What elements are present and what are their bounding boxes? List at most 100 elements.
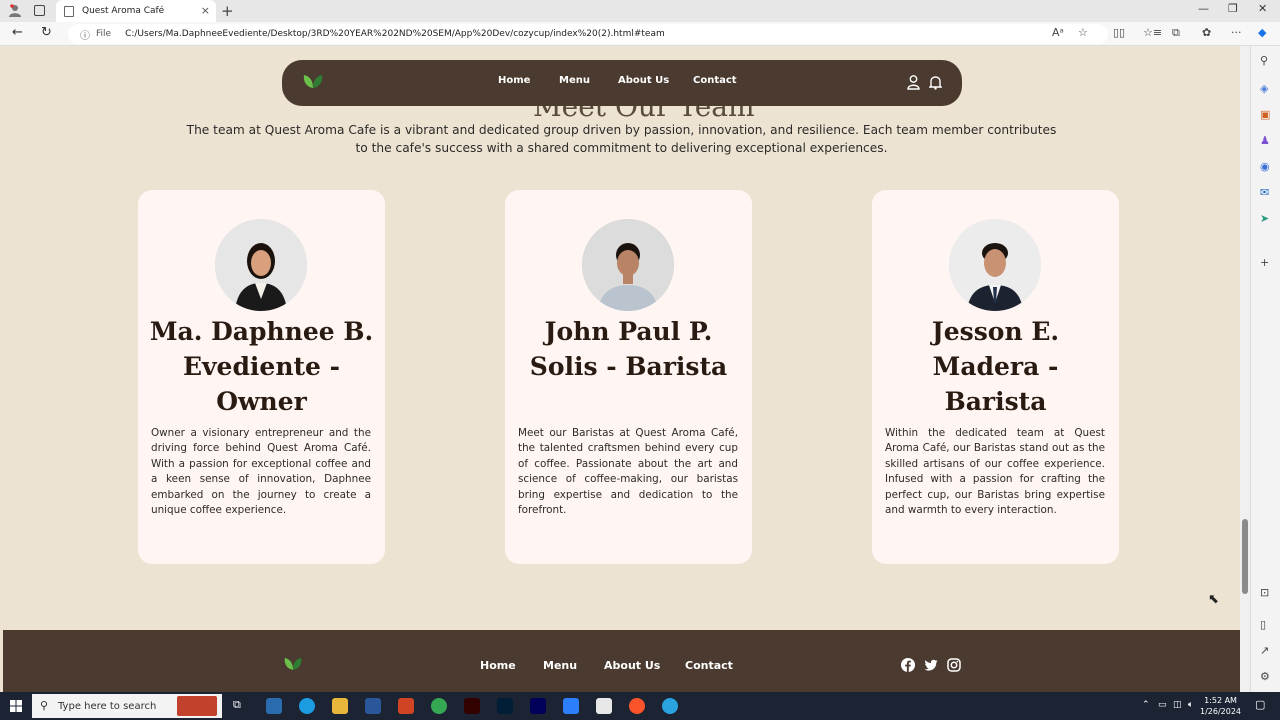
avatar: [215, 219, 307, 311]
collections-icon[interactable]: ⧉: [1172, 26, 1180, 40]
taskbar-clock[interactable]: 1:52 AM 1/26/2024: [1200, 695, 1241, 717]
show-hidden-icons-icon[interactable]: ⌃: [1142, 700, 1150, 710]
avatar: [949, 219, 1041, 311]
edge-app-icon[interactable]: [299, 698, 315, 714]
drop-icon[interactable]: ➤: [1260, 212, 1269, 225]
member-name: Ma. Daphnee B. Evediente - Owner: [149, 317, 374, 416]
member-name: Jesson E. Madera - Barista: [931, 317, 1060, 416]
battery-icon[interactable]: ▭: [1158, 700, 1167, 710]
page-scrollbar[interactable]: [1240, 46, 1250, 692]
favorites-icon[interactable]: ☆≡: [1143, 26, 1162, 39]
browser-tab[interactable]: Quest Aroma Café ×: [56, 0, 216, 22]
footer-contact-link[interactable]: Contact: [685, 659, 733, 672]
footer-menu-link[interactable]: Menu: [543, 659, 577, 672]
new-tab-button[interactable]: +: [221, 2, 234, 20]
team-card: Ma. Daphnee B. Evediente - Owner Owner a…: [138, 190, 385, 564]
powerpoint-app-icon[interactable]: [398, 698, 414, 714]
clock-date: 1/26/2024: [1200, 707, 1242, 716]
read-aloud-icon[interactable]: Aᵃ: [1052, 26, 1064, 39]
notifications-icon[interactable]: ▢: [1255, 698, 1265, 711]
nav-about-link[interactable]: About Us: [618, 75, 669, 86]
member-name: John Paul P. Solis - Barista: [529, 317, 728, 381]
tools-icon[interactable]: ▣: [1260, 108, 1270, 121]
team-intro-text: The team at Quest Aroma Cafe is a vibran…: [186, 123, 1057, 155]
footer-about-link[interactable]: About Us: [604, 659, 660, 672]
task-view-icon[interactable]: ⧉: [233, 698, 249, 714]
browser-tab-bar: Quest Aroma Café × + — ❐ ✕: [0, 0, 1280, 22]
outlook-icon[interactable]: ✉: [1260, 186, 1269, 199]
user-icon[interactable]: [907, 75, 920, 90]
more-menu-icon[interactable]: ···: [1231, 26, 1242, 39]
mail-app-icon[interactable]: [266, 698, 282, 714]
search-icon[interactable]: ⚲: [1260, 54, 1268, 67]
nav-menu-link[interactable]: Menu: [559, 75, 590, 86]
back-icon[interactable]: ←: [12, 25, 23, 40]
games-icon[interactable]: ♟: [1260, 134, 1270, 147]
page-content: Meet Our Team Home Menu About Us Contact…: [3, 46, 1240, 692]
top-navbar: Home Menu About Us Contact: [282, 60, 962, 106]
settings-gear-icon[interactable]: ⚙: [1260, 670, 1270, 683]
word-app-icon[interactable]: [365, 698, 381, 714]
instagram-icon[interactable]: [947, 658, 961, 672]
nav-home-link[interactable]: Home: [498, 75, 530, 86]
photoshop-app-icon[interactable]: [497, 698, 513, 714]
office-icon[interactable]: ◉: [1260, 160, 1270, 173]
telegram-app-icon[interactable]: [662, 698, 678, 714]
screenshot-icon[interactable]: ⊡: [1260, 586, 1269, 599]
close-window-button[interactable]: ✕: [1258, 2, 1267, 15]
split-screen-icon[interactable]: ▯▯: [1113, 26, 1125, 39]
capcut-app-icon[interactable]: [596, 698, 612, 714]
facebook-icon[interactable]: [901, 658, 915, 672]
twitter-icon[interactable]: [924, 658, 938, 672]
member-photo: [215, 219, 307, 311]
network-icon[interactable]: ◫: [1173, 700, 1182, 710]
copilot-icon[interactable]: ◆: [1258, 26, 1266, 39]
team-card: Jesson E. Madera - Barista Within the de…: [872, 190, 1119, 564]
scrollbar-thumb[interactable]: [1242, 519, 1248, 594]
search-placeholder: Type here to search: [58, 700, 157, 712]
close-tab-icon[interactable]: ×: [201, 4, 210, 17]
address-bar-row: ← ↻ ⓘ File C:/Users/Ma.DaphneeEvediente/…: [0, 22, 1280, 46]
search-highlight-icon[interactable]: [177, 696, 217, 716]
team-card: John Paul P. Solis - Barista Meet our Ba…: [505, 190, 752, 564]
info-icon[interactable]: ⓘ: [80, 27, 90, 42]
page-icon: [64, 5, 74, 17]
tab-actions-icon[interactable]: [34, 5, 45, 16]
logo-leaf-icon[interactable]: [302, 73, 324, 89]
member-photo: [949, 219, 1041, 311]
premiere-app-icon[interactable]: [530, 698, 546, 714]
member-description: Owner a visionary entrepreneur and the d…: [151, 427, 371, 517]
shopping-icon[interactable]: ◈: [1260, 82, 1268, 95]
footer-home-link[interactable]: Home: [480, 659, 516, 672]
windows-start-icon[interactable]: [10, 700, 22, 712]
footer-logo-leaf-icon[interactable]: [283, 656, 303, 671]
member-photo: [582, 219, 674, 311]
volume-icon[interactable]: 🔈︎: [1188, 700, 1193, 710]
brave-app-icon[interactable]: [629, 698, 645, 714]
edge-sidebar: ⚲ ◈ ▣ ♟ ◉ ✉ ➤ + ⊡ ▯ ↗ ⚙: [1250, 46, 1280, 692]
tab-title: Quest Aroma Café: [82, 6, 165, 16]
site-footer: Home Menu About Us Contact: [3, 630, 1240, 692]
profile-icon[interactable]: [9, 4, 21, 17]
extensions-icon[interactable]: ✿: [1202, 26, 1211, 39]
open-external-icon[interactable]: ↗: [1260, 644, 1269, 657]
maximize-button[interactable]: ❐: [1228, 2, 1238, 15]
chrome-app-icon[interactable]: [431, 698, 447, 714]
member-description: Meet our Baristas at Quest Aroma Café, t…: [518, 427, 738, 517]
file-explorer-icon[interactable]: [332, 698, 348, 714]
url-text: C:/Users/Ma.DaphneeEvediente/Desktop/3RD…: [125, 29, 665, 39]
sidebar-toggle-icon[interactable]: ▯: [1260, 618, 1266, 631]
app-icon[interactable]: [563, 698, 579, 714]
mouse-cursor-icon: ⬉: [1208, 592, 1219, 607]
windows-taskbar: ⚲ Type here to search ⧉ ⌃ ▭ ◫ 🔈︎ 1:52 AM…: [0, 692, 1280, 720]
favorite-star-icon[interactable]: ☆: [1078, 26, 1088, 39]
nav-contact-link[interactable]: Contact: [693, 75, 737, 86]
minimize-button[interactable]: —: [1198, 2, 1209, 15]
avatar: [582, 219, 674, 311]
add-sidebar-icon[interactable]: +: [1260, 256, 1269, 269]
illustrator-app-icon[interactable]: [464, 698, 480, 714]
url-scheme-label: File: [96, 29, 112, 39]
bell-icon[interactable]: [929, 75, 942, 90]
refresh-icon[interactable]: ↻: [41, 25, 52, 40]
url-field[interactable]: ⓘ File C:/Users/Ma.DaphneeEvediente/Desk…: [68, 24, 1108, 44]
